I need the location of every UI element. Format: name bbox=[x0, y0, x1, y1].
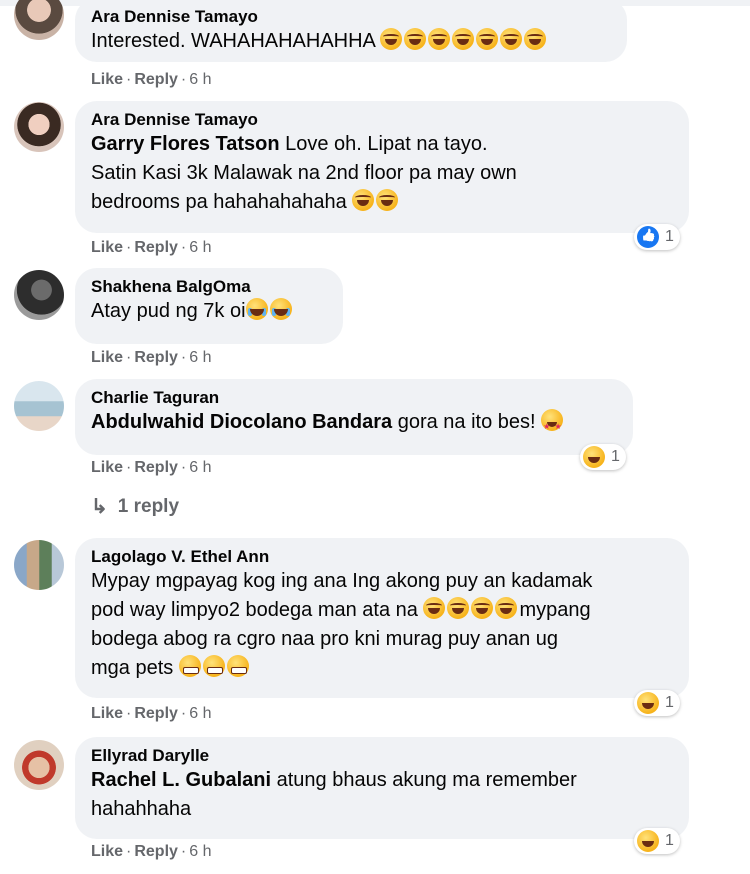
timestamp[interactable]: 6 h bbox=[189, 843, 211, 860]
timestamp[interactable]: 6 h bbox=[189, 71, 211, 88]
grin-emoji-icon bbox=[178, 655, 201, 677]
reaction-number: 1 bbox=[611, 448, 620, 465]
reaction-number: 1 bbox=[665, 832, 674, 849]
haha-reaction-icon bbox=[637, 830, 659, 852]
rofl-emoji-icon bbox=[376, 189, 399, 211]
reaction-count[interactable]: 1 bbox=[634, 224, 680, 250]
comment-text: bedrooms pa hahahahahaha bbox=[91, 188, 673, 217]
timestamp[interactable]: 6 h bbox=[189, 239, 211, 256]
rofl-emoji-icon bbox=[500, 28, 523, 50]
avatar[interactable] bbox=[14, 540, 64, 590]
reply-button[interactable]: Reply bbox=[134, 705, 178, 722]
like-reaction-icon bbox=[637, 226, 659, 248]
reply-button[interactable]: Reply bbox=[134, 459, 178, 476]
replies-count: 1 reply bbox=[117, 495, 180, 517]
avatar[interactable] bbox=[14, 270, 64, 320]
grin-emoji-icon bbox=[202, 655, 225, 677]
comment-text: bodega abog ra cgro naa pro kni murag pu… bbox=[91, 628, 559, 650]
joy-emoji-icon bbox=[269, 298, 292, 320]
comment-text: hahahhaha bbox=[91, 798, 192, 820]
avatar[interactable] bbox=[14, 0, 64, 40]
rofl-emoji-icon bbox=[352, 189, 375, 211]
reaction-number: 1 bbox=[665, 694, 674, 711]
comment-text: mga pets bbox=[91, 654, 673, 683]
comment-actions: Like · Reply · 6 h bbox=[91, 71, 212, 88]
like-button[interactable]: Like bbox=[91, 459, 123, 476]
rofl-emoji-icon bbox=[423, 597, 446, 619]
timestamp[interactable]: 6 h bbox=[189, 705, 211, 722]
reply-button[interactable]: Reply bbox=[134, 71, 178, 88]
avatar[interactable] bbox=[14, 102, 64, 152]
reaction-count[interactable]: 1 bbox=[634, 828, 680, 854]
comment-author[interactable]: Ara Dennise Tamayo bbox=[91, 110, 673, 130]
comment-text: Interested. WAHAHAHAHAHHA bbox=[91, 27, 611, 56]
tagged-user-link[interactable]: Rachel L. Gubalani bbox=[91, 769, 271, 791]
tagged-user-link[interactable]: Abdulwahid Diocolano Bandara bbox=[91, 411, 392, 433]
avatar[interactable] bbox=[14, 740, 64, 790]
like-button[interactable]: Like bbox=[91, 349, 123, 366]
comment-actions: Like · Reply · 6 h bbox=[91, 239, 212, 256]
tagged-user-link[interactable]: Garry Flores Tatson bbox=[91, 133, 280, 155]
comment-text: Abdulwahid Diocolano Bandara gora na ito… bbox=[91, 408, 617, 441]
comment-actions: Like · Reply · 6 h bbox=[91, 459, 212, 476]
comment-text: Garry Flores Tatson Love oh. Lipat na ta… bbox=[91, 133, 488, 155]
reply-arrow-icon: ↳ bbox=[91, 496, 108, 518]
reaction-count[interactable]: 1 bbox=[580, 444, 626, 470]
comment-bubble: Charlie Taguran Abdulwahid Diocolano Ban… bbox=[75, 379, 633, 455]
reaction-count[interactable]: 1 bbox=[634, 690, 680, 716]
rofl-emoji-icon bbox=[380, 28, 403, 50]
comment-author[interactable]: Lagolago V. Ethel Ann bbox=[91, 547, 673, 567]
reaction-number: 1 bbox=[665, 228, 674, 245]
comment-bubble: Lagolago V. Ethel Ann Mypay mgpayag kog … bbox=[75, 538, 689, 698]
timestamp[interactable]: 6 h bbox=[189, 349, 211, 366]
comment-bubble: Ara Dennise Tamayo Garry Flores Tatson L… bbox=[75, 101, 689, 233]
rofl-emoji-icon bbox=[447, 597, 470, 619]
haha-reaction-icon bbox=[637, 692, 659, 714]
comment-bubble: Shakhena BalgOma Atay pud ng 7k oi bbox=[75, 268, 343, 344]
comment-bubble: Ellyrad Darylle Rachel L. Gubalani atung… bbox=[75, 737, 689, 839]
comment-author[interactable]: Ara Dennise Tamayo bbox=[91, 7, 611, 27]
reply-button[interactable]: Reply bbox=[134, 843, 178, 860]
rofl-emoji-icon bbox=[495, 597, 518, 619]
comment-text: Mypay mgpayag kog ing ana Ing akong puy … bbox=[91, 570, 593, 592]
comment-bubble: Ara Dennise Tamayo Interested. WAHAHAHAH… bbox=[75, 0, 627, 62]
view-replies-link[interactable]: ↳ 1 reply bbox=[91, 494, 179, 519]
comment-author[interactable]: Ellyrad Darylle bbox=[91, 746, 673, 766]
rofl-emoji-icon bbox=[404, 28, 427, 50]
haha-reaction-icon bbox=[583, 446, 605, 468]
comment-author[interactable]: Charlie Taguran bbox=[91, 388, 617, 408]
like-button[interactable]: Like bbox=[91, 843, 123, 860]
comment-text: pod way limpyo2 bodega man ata na mypang bbox=[91, 597, 591, 621]
like-button[interactable]: Like bbox=[91, 705, 123, 722]
rofl-emoji-icon bbox=[476, 28, 499, 50]
comment-text: Atay pud ng 7k oi bbox=[91, 297, 327, 326]
rofl-emoji-icon bbox=[452, 28, 475, 50]
comment-actions: Like · Reply · 6 h bbox=[91, 843, 212, 860]
comment-author[interactable]: Shakhena BalgOma bbox=[91, 277, 327, 297]
joy-emoji-icon bbox=[245, 298, 268, 320]
comment-text: Rachel L. Gubalani atung bhaus akung ma … bbox=[91, 769, 577, 791]
comment-actions: Like · Reply · 6 h bbox=[91, 705, 212, 722]
star-struck-emoji-icon bbox=[541, 409, 564, 441]
reply-button[interactable]: Reply bbox=[134, 239, 178, 256]
timestamp[interactable]: 6 h bbox=[189, 459, 211, 476]
like-button[interactable]: Like bbox=[91, 71, 123, 88]
rofl-emoji-icon bbox=[428, 28, 451, 50]
rofl-emoji-icon bbox=[524, 28, 547, 50]
comment-actions: Like · Reply · 6 h bbox=[91, 349, 212, 366]
avatar[interactable] bbox=[14, 381, 64, 431]
reply-button[interactable]: Reply bbox=[134, 349, 178, 366]
comment-text: Satin Kasi 3k Malawak na 2nd floor pa ma… bbox=[91, 162, 517, 184]
rofl-emoji-icon bbox=[471, 597, 494, 619]
grin-emoji-icon bbox=[226, 655, 249, 677]
like-button[interactable]: Like bbox=[91, 239, 123, 256]
